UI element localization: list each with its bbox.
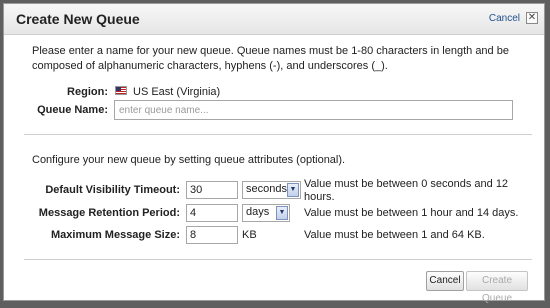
retention-period-input[interactable] — [186, 204, 238, 222]
visibility-timeout-help: Value must be between 0 seconds and 12 h… — [304, 178, 509, 203]
us-flag-icon — [115, 86, 127, 95]
chevron-down-icon: ▼ — [276, 206, 288, 220]
queue-name-input[interactable] — [114, 100, 513, 120]
retention-period-unit-select[interactable]: days ▼ — [242, 204, 290, 222]
attributes-intro: Configure your new queue by setting queu… — [32, 154, 346, 166]
max-message-size-label: Maximum Message Size: — [51, 229, 180, 241]
intro-text: Please enter a name for your new queue. … — [32, 45, 509, 72]
section-divider — [24, 134, 532, 135]
visibility-timeout-input[interactable] — [186, 181, 238, 199]
cancel-button[interactable]: Cancel — [426, 271, 464, 291]
dialog-titlebar: Create New Queue Cancel ✕ — [4, 4, 544, 35]
close-icon[interactable]: ✕ — [526, 12, 538, 24]
visibility-timeout-unit-select[interactable]: seconds ▼ — [242, 181, 301, 199]
visibility-timeout-label: Default Visibility Timeout: — [45, 184, 180, 196]
retention-period-unit-value: days — [246, 206, 270, 218]
retention-period-label: Message Retention Period: — [38, 207, 180, 219]
visibility-timeout-unit-value: seconds — [246, 183, 287, 195]
max-message-size-input[interactable] — [186, 226, 238, 244]
queue-name-label: Queue Name: — [37, 104, 108, 116]
max-message-size-help: Value must be between 1 and 64 KB. — [304, 229, 485, 241]
create-queue-dialog: Create New Queue Cancel ✕ Please enter a… — [3, 3, 545, 304]
cancel-link[interactable]: Cancel — [489, 13, 520, 24]
create-queue-button[interactable]: Create Queue — [466, 271, 528, 304]
region-label: Region: — [67, 86, 108, 98]
dialog-title: Create New Queue — [16, 11, 140, 27]
retention-period-help: Value must be between 1 hour and 14 days… — [304, 207, 519, 219]
max-message-size-unit: KB — [242, 229, 257, 241]
region-value: US East (Virginia) — [133, 86, 221, 98]
chevron-down-icon: ▼ — [287, 183, 299, 197]
footer-divider — [24, 259, 532, 260]
